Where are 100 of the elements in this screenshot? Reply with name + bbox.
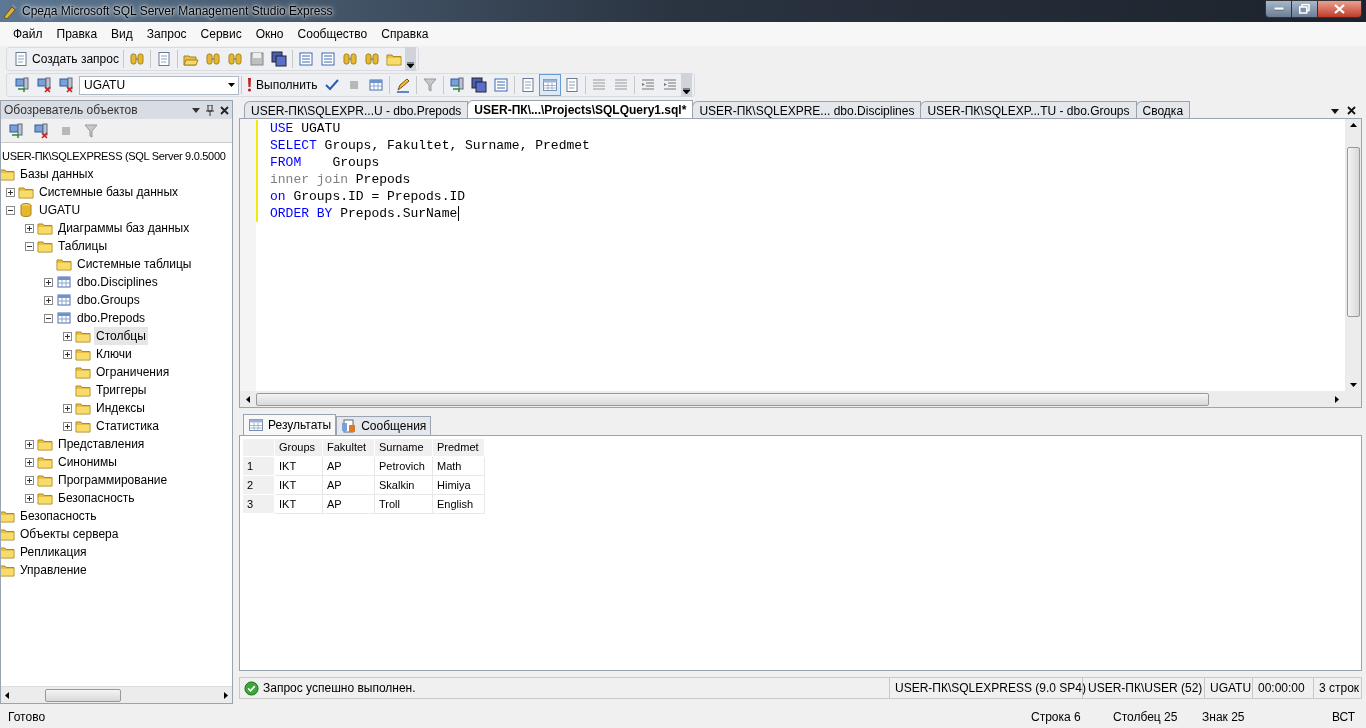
- expand-icon[interactable]: [63, 403, 72, 413]
- expand-icon[interactable]: [44, 295, 53, 305]
- folder-icon: [37, 454, 53, 470]
- results-tab[interactable]: Сообщения: [336, 416, 432, 435]
- folder-icon: [1, 544, 15, 560]
- expand-icon[interactable]: [25, 223, 34, 233]
- expand-icon[interactable]: [63, 349, 72, 359]
- scroll-thumb[interactable]: [1346, 147, 1360, 317]
- execute-button[interactable]: Выполнить: [244, 74, 321, 96]
- results-tab[interactable]: Результаты: [243, 414, 337, 435]
- scroll-thumb[interactable]: [256, 392, 1209, 406]
- tree-item[interactable]: Безопасность: [18, 507, 99, 525]
- scroll-thumb[interactable]: [45, 688, 121, 702]
- tree-item[interactable]: Индексы: [94, 399, 147, 417]
- scroll-up-icon[interactable]: [1349, 123, 1357, 127]
- tree-item[interactable]: Управление: [18, 561, 89, 579]
- tree-item[interactable]: Системные таблицы: [75, 255, 194, 273]
- column-header[interactable]: Groups: [274, 438, 323, 457]
- menu-item[interactable]: Сервис: [193, 24, 249, 44]
- tree-item[interactable]: Ограничения: [94, 363, 172, 381]
- dropdown-arrow-icon[interactable]: [1331, 109, 1339, 114]
- expand-icon[interactable]: [63, 421, 72, 431]
- expand-icon[interactable]: [44, 277, 53, 287]
- expand-icon[interactable]: [25, 439, 34, 449]
- menu-item[interactable]: Справка: [374, 24, 436, 44]
- scroll-right-icon[interactable]: [1335, 395, 1339, 403]
- close-button[interactable]: [1318, 0, 1362, 18]
- scroll-right-icon[interactable]: [224, 691, 228, 699]
- menu-item[interactable]: Правка: [49, 24, 105, 44]
- window-title: Среда Microsoft SQL Server Management Studio Express: [22, 3, 333, 20]
- document-tab[interactable]: Сводка: [1135, 101, 1191, 118]
- table-cell: AP: [322, 475, 375, 495]
- scroll-left-icon[interactable]: [5, 691, 9, 699]
- tree-item[interactable]: Триггеры: [94, 381, 149, 399]
- table-icon: [56, 274, 72, 290]
- folder-icon: [37, 472, 53, 488]
- expand-icon[interactable]: [6, 187, 15, 197]
- expand-icon[interactable]: [25, 457, 34, 467]
- caret-icon: [406, 62, 414, 68]
- column-header[interactable]: Predmet: [432, 438, 485, 457]
- document-tab[interactable]: USER-ПК\SQLEXPR...U - dbo.Prepods: [244, 101, 469, 118]
- menu-item[interactable]: Окно: [248, 24, 291, 44]
- tree-item[interactable]: Репликация: [18, 543, 89, 561]
- tree-item[interactable]: Синонимы: [56, 453, 119, 471]
- results-to-text-icon: [519, 77, 536, 93]
- tree-item[interactable]: Представления: [56, 435, 147, 453]
- collapse-icon[interactable]: [6, 205, 15, 215]
- tree-item[interactable]: Программирование: [56, 471, 170, 489]
- toolbar-overflow-button[interactable]: [680, 73, 692, 97]
- table-cell: IKT: [274, 456, 323, 476]
- exclamation-icon: [247, 78, 252, 92]
- tree-item[interactable]: Диаграммы баз данных: [56, 219, 192, 237]
- close-icon[interactable]: [1347, 106, 1356, 115]
- tree-item[interactable]: Объекты сервера: [18, 525, 121, 543]
- menu-item[interactable]: Файл: [6, 24, 50, 44]
- column-header[interactable]: Surname: [374, 438, 433, 457]
- tree-item[interactable]: dbo.Groups: [75, 291, 142, 309]
- document-tab[interactable]: USER-ПК\SQLEXPRE... dbo.Disciplines: [692, 101, 922, 118]
- expand-icon[interactable]: [63, 331, 72, 341]
- minimize-button[interactable]: [1265, 0, 1292, 18]
- collapse-icon[interactable]: [25, 241, 34, 251]
- restore-button[interactable]: [1292, 0, 1318, 18]
- database-dropdown[interactable]: UGATU: [79, 75, 239, 95]
- database-icon: [18, 202, 34, 218]
- menu-item[interactable]: Сообщество: [290, 24, 375, 44]
- document-tab[interactable]: USER-ПК\SQLEXP...TU - dbo.Groups: [920, 101, 1137, 118]
- results-to-grid-button[interactable]: [538, 74, 561, 96]
- column-header[interactable]: Fakultet: [322, 438, 375, 457]
- folder-icon: [37, 220, 53, 236]
- scroll-down-icon[interactable]: [1349, 383, 1357, 387]
- close-icon[interactable]: [220, 105, 229, 115]
- tree-item[interactable]: dbo.Disciplines: [75, 273, 160, 291]
- menu-item[interactable]: Вид: [104, 24, 140, 44]
- dropdown-arrow-icon[interactable]: [192, 107, 200, 113]
- tree-item[interactable]: Ключи: [94, 345, 134, 363]
- document-tab[interactable]: USER-ПК\...\Projects\SQLQuery1.sql*: [467, 100, 694, 118]
- collapse-icon[interactable]: [44, 313, 53, 323]
- tree-item[interactable]: Системные базы данных: [37, 183, 181, 201]
- server-node[interactable]: USER-ПК\SQLEXPRESS (SQL Server 9.0.5000: [1, 147, 226, 165]
- horizontal-scrollbar[interactable]: [1, 686, 232, 703]
- query-editor[interactable]: USE UGATU SELECT Groups, Fakultet, Surname, Predmet FROM Groups inner join Prepods on Groups.ID = Prepods.ID ORDER BY Prepods.SurName: [239, 118, 1362, 408]
- scroll-left-icon[interactable]: [246, 395, 250, 403]
- expand-icon[interactable]: [25, 475, 34, 485]
- horizontal-scrollbar[interactable]: [240, 391, 1361, 407]
- tree-item[interactable]: Статистика: [94, 417, 162, 435]
- folder-icon: [37, 436, 53, 452]
- vertical-scrollbar[interactable]: [1345, 119, 1361, 391]
- pin-icon[interactable]: [206, 104, 214, 116]
- tree-item[interactable]: Таблицы: [56, 237, 109, 255]
- menu-item[interactable]: Запрос: [139, 24, 194, 44]
- expand-icon[interactable]: [25, 493, 34, 503]
- tree-item[interactable]: Безопасность: [56, 489, 137, 507]
- tree-item[interactable]: Столбцы: [94, 327, 148, 345]
- new-query-button[interactable]: Создать запрос: [11, 48, 121, 70]
- intellisense-icon: [421, 77, 438, 93]
- toolbar-overflow-button[interactable]: [404, 47, 416, 71]
- tree-item[interactable]: Базы данных: [18, 165, 96, 183]
- tree-item[interactable]: UGATU: [37, 201, 83, 219]
- tree-item[interactable]: dbo.Prepods: [75, 309, 148, 327]
- table-cell: AP: [322, 456, 375, 476]
